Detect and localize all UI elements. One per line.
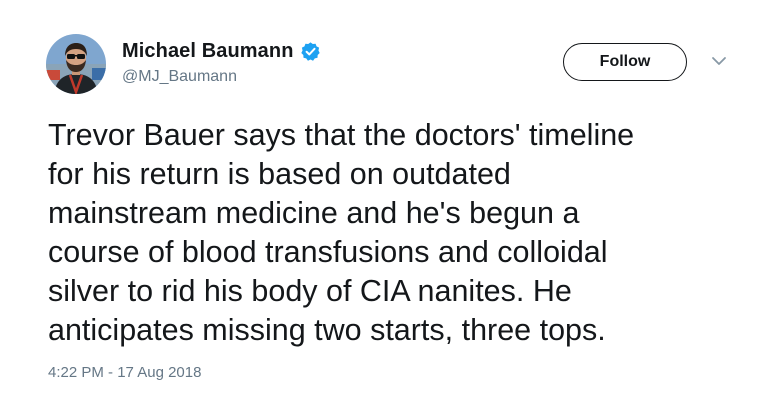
tweet-timestamp[interactable]: 4:22 PM - 17 Aug 2018	[48, 364, 201, 381]
tweet-text-line: Trevor Bauer says that the doctors' time…	[48, 118, 635, 152]
follow-button[interactable]: Follow	[563, 43, 687, 81]
avatar[interactable]	[46, 34, 106, 94]
tweet-text-line: silver to rid his body of CIA nanites. H…	[48, 274, 572, 308]
tweet-text: Trevor Bauer says that the doctors' time…	[48, 116, 753, 350]
verified-badge-icon	[300, 41, 321, 62]
avatar-image	[46, 34, 106, 94]
tweet-text-line: course of blood transfusions and colloid…	[48, 235, 608, 269]
tweet-card: Michael Baumann @MJ_Baumann Follow Trevo…	[0, 0, 775, 400]
tweet-text-line: mainstream medicine and he's begun a	[48, 196, 580, 230]
tweet-text-line: anticipates missing two starts, three to…	[48, 313, 606, 347]
chevron-down-icon[interactable]	[711, 55, 727, 67]
author-name-row: Michael Baumann	[122, 38, 321, 64]
tweet-text-line: for his return is based on outdated	[48, 157, 511, 191]
author-name[interactable]: Michael Baumann	[122, 40, 294, 63]
author-handle[interactable]: @MJ_Baumann	[122, 68, 237, 86]
